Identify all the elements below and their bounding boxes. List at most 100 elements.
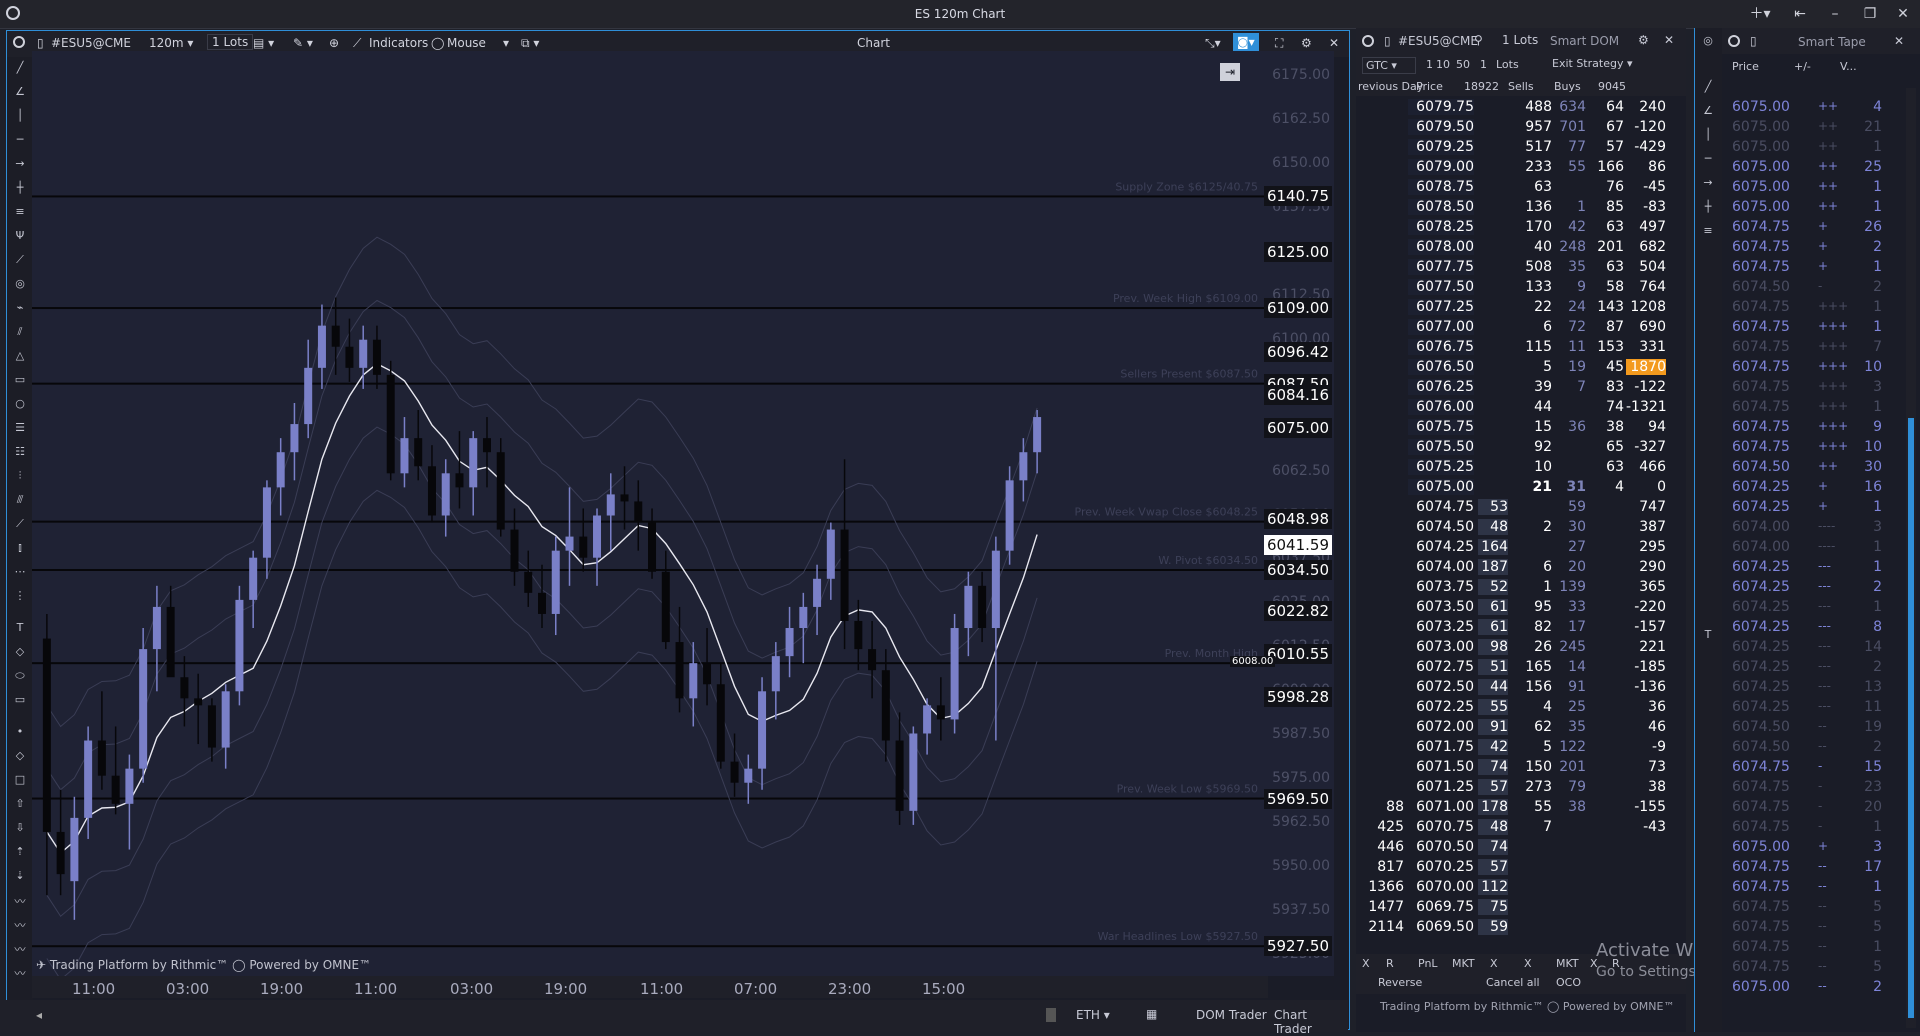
volume-profile-tool-icon[interactable]: ⫾ <box>7 541 33 559</box>
dom-header-cell[interactable]: Sells <box>1508 80 1534 93</box>
dom-row[interactable]: 6076.25 39 7 83 -122 <box>1356 378 1686 398</box>
dom-row[interactable]: 6073.75 52 1 139 365 <box>1356 578 1686 598</box>
tape-line-icon[interactable]: ╱ <box>1695 80 1721 98</box>
dom-footer-button[interactable]: X <box>1490 957 1498 970</box>
dot-tool-icon[interactable]: • <box>7 725 33 743</box>
arrow-tool-icon[interactable]: → <box>7 157 33 175</box>
zoom-icon[interactable]: ⊕ <box>329 36 339 50</box>
dom-row[interactable]: 6075.50 92 65 -327 <box>1356 438 1686 458</box>
wave3-tool-icon[interactable]: 〰 <box>7 941 33 959</box>
dom-row[interactable]: 6078.25 170 42 63 497 <box>1356 218 1686 238</box>
dom-row[interactable]: 6073.25 61 82 17 -157 <box>1356 618 1686 638</box>
dom-row[interactable]: 6078.00 40 248 201 682 <box>1356 238 1686 258</box>
dom-row[interactable]: 425 6070.75 48 7 -43 <box>1356 818 1686 838</box>
qty-value[interactable]: 1 <box>1480 58 1487 71</box>
close-window-button[interactable]: ✕ <box>1888 4 1918 24</box>
line-tool-icon[interactable]: ╱ <box>7 61 33 79</box>
sort-down-icon[interactable]: ⇣ <box>7 869 33 887</box>
dom-footer-button[interactable]: X <box>1524 957 1532 970</box>
dom-row[interactable]: 6077.00 6 72 87 690 <box>1356 318 1686 338</box>
sort-up-icon[interactable]: ⇡ <box>7 845 33 863</box>
target-tool-icon[interactable]: ◎ <box>7 277 33 295</box>
dom-row[interactable]: 6076.75 115 11 153 331 <box>1356 338 1686 358</box>
dom-row[interactable]: 6077.25 22 24 143 1208 <box>1356 298 1686 318</box>
dom-row[interactable]: 6071.50 74 150 201 73 <box>1356 758 1686 778</box>
dom-row[interactable]: 6076.00 44 74 -1321 <box>1356 398 1686 418</box>
fib-time-tool-icon[interactable]: ⫶ <box>7 469 33 487</box>
reverse-button[interactable]: Reverse <box>1378 976 1422 989</box>
dom-header-cell[interactable]: 18922 <box>1464 80 1499 93</box>
dom-header-cell[interactable]: 9045 <box>1598 80 1626 93</box>
lots-field[interactable]: 1 Lots <box>207 34 254 50</box>
tape-list[interactable]: 6075.00 ++ 4 6075.00 ++ 21 6075.00 ++ 1 6075.00 ++… <box>1722 98 1902 1028</box>
dom-row[interactable]: 6072.75 51 165 14 -185 <box>1356 658 1686 678</box>
down-marker-icon[interactable]: ⇩ <box>7 821 33 839</box>
dom-row[interactable]: 6071.25 57 273 79 38 <box>1356 778 1686 798</box>
dom-row[interactable]: 6072.25 55 4 25 36 <box>1356 698 1686 718</box>
dom-trader-button[interactable]: DOM Trader <box>1196 1008 1267 1022</box>
dom-row[interactable]: 1477 6069.75 75 <box>1356 898 1686 918</box>
dom-search-icon[interactable]: ⚲ <box>1474 33 1483 47</box>
camera-icon[interactable]: ◙▾ <box>1233 33 1259 51</box>
square-tool-icon[interactable]: □ <box>7 773 33 791</box>
callout-tool-icon[interactable]: ⬭ <box>7 669 33 687</box>
mouse-icon[interactable]: ◯ <box>431 36 444 50</box>
settings-icon[interactable]: ⚙ <box>1301 36 1312 50</box>
dom-row[interactable]: 88 6071.00 178 55 38 -155 <box>1356 798 1686 818</box>
dom-row[interactable]: 6078.75 63 76 -45 <box>1356 178 1686 198</box>
tape-header-cell[interactable]: +/- <box>1794 60 1811 73</box>
qty-50-button[interactable]: 50 <box>1456 58 1470 71</box>
dom-row[interactable]: 1366 6070.00 112 <box>1356 878 1686 898</box>
tape-scrollbar[interactable] <box>1906 88 1916 1028</box>
horizontal-scrollbar[interactable] <box>1046 1008 1056 1022</box>
rectangle-tool-icon[interactable]: ▭ <box>7 373 33 391</box>
tape-scroll-thumb[interactable] <box>1908 418 1914 1018</box>
angle-tool-icon[interactable]: ∠ <box>7 85 33 103</box>
text-tool-icon[interactable]: T <box>7 621 33 639</box>
fib-ext-tool-icon[interactable]: ☷ <box>7 445 33 463</box>
dom-row[interactable]: 6076.50 5 19 45 1870 <box>1356 358 1686 378</box>
tape-header-cell[interactable]: Price <box>1732 60 1759 73</box>
dom-row[interactable]: 6077.75 508 35 63 504 <box>1356 258 1686 278</box>
fan-tool-icon[interactable]: ⫽ <box>7 325 33 343</box>
tape-hline-icon[interactable]: ─ <box>1695 152 1721 170</box>
dom-row[interactable]: 6075.25 10 63 466 <box>1356 458 1686 478</box>
dom-footer-button[interactable]: X <box>1362 957 1370 970</box>
up-marker-icon[interactable]: ⇧ <box>7 797 33 815</box>
symbol-field[interactable]: #ESU5@CME <box>51 36 131 50</box>
price-axis[interactable]: 6175.006162.506150.006137.506125.006112.… <box>1230 51 1334 976</box>
dom-row[interactable]: 6077.50 133 9 58 764 <box>1356 278 1686 298</box>
dom-footer-button[interactable]: MKT <box>1556 957 1579 970</box>
cross-tool-icon[interactable]: ┼ <box>7 181 33 199</box>
dom-row[interactable]: 6075.75 15 36 38 94 <box>1356 418 1686 438</box>
add-window-button[interactable]: ＋▾ <box>1745 4 1775 24</box>
dom-header-cell[interactable]: Price <box>1416 80 1443 93</box>
dom-row[interactable]: 446 6070.50 74 <box>1356 838 1686 858</box>
calendar-icon[interactable]: ▦ <box>1146 1007 1157 1021</box>
dom-link-icon[interactable]: ▯ <box>1384 34 1391 48</box>
dom-ladder[interactable]: 6079.75 488 634 64 240 6079.50 957 701 67 -120 607… <box>1356 98 1686 988</box>
triangle-tool-icon[interactable]: △ <box>7 349 33 367</box>
tape-angle-icon[interactable]: ∠ <box>1695 104 1721 122</box>
wave2-tool-icon[interactable]: 〰 <box>7 917 33 935</box>
dom-row[interactable]: 6074.00 187 6 20 290 <box>1356 558 1686 578</box>
mouse-dropdown-icon[interactable]: ▾ <box>503 36 509 50</box>
fib-tool-icon[interactable]: ☰ <box>7 421 33 439</box>
template-icon[interactable]: ⧉ ▾ <box>521 36 539 51</box>
vline-tool-icon[interactable]: │ <box>7 109 33 127</box>
wave4-tool-icon[interactable]: 〰 <box>7 965 33 983</box>
dom-footer-button[interactable]: MKT <box>1452 957 1475 970</box>
mouse-button[interactable]: Mouse <box>447 36 486 50</box>
channel-tool-icon[interactable]: ≡ <box>7 205 33 223</box>
ellipse-tool-icon[interactable]: ○ <box>7 397 33 415</box>
hline-tool-icon[interactable]: ─ <box>7 133 33 151</box>
dom-footer-button[interactable]: PnL <box>1418 957 1438 970</box>
tape-text-icon[interactable]: T <box>1695 628 1721 646</box>
qty-10-button[interactable]: 10 <box>1436 58 1450 71</box>
tape-link-icon[interactable]: ▯ <box>1750 34 1757 48</box>
indicators-icon[interactable]: ⟋ <box>353 36 361 51</box>
dom-row[interactable]: 6072.00 91 62 35 46 <box>1356 718 1686 738</box>
dom-header-cell[interactable]: Buys <box>1554 80 1581 93</box>
note-tool-icon[interactable]: ▭ <box>7 693 33 711</box>
dom-row[interactable]: 2114 6069.50 59 <box>1356 918 1686 938</box>
